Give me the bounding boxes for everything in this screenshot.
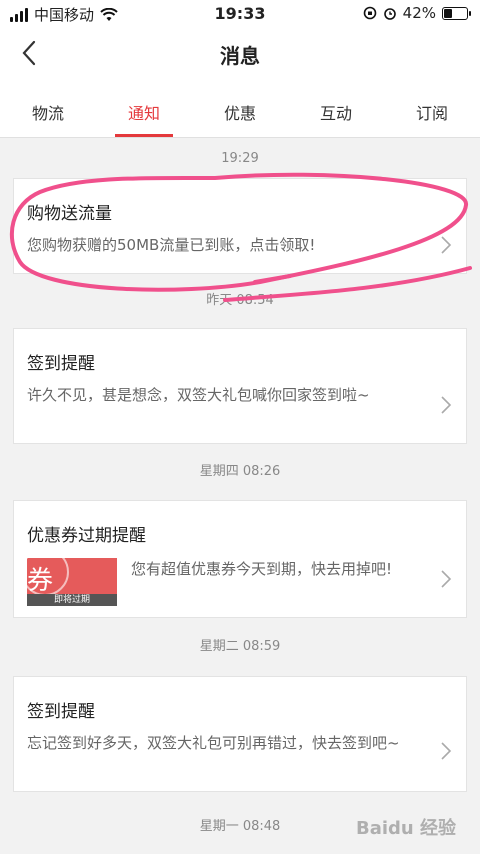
message-time: 星期四 08:26 xyxy=(199,464,281,479)
message-title: 签到提醒 xyxy=(27,354,95,374)
tab-offers[interactable]: 优惠 xyxy=(192,80,288,137)
message-card[interactable]: 购物送流量 您购物获赠的50MB流量已到账，点击领取! xyxy=(13,178,467,274)
tab-label: 物流 xyxy=(31,104,64,123)
status-right: 42% xyxy=(363,4,471,22)
watermark: Baidu 经验 xyxy=(355,818,456,839)
tab-label: 互动 xyxy=(319,104,352,123)
tab-bar: 物流 通知 优惠 互动 订阅 xyxy=(0,80,480,138)
chevron-right-icon xyxy=(441,236,452,254)
message-title: 购物送流量 xyxy=(27,204,112,224)
battery-percent: 42% xyxy=(402,4,436,22)
message-card[interactable]: 优惠券过期提醒 券 即将过期 您有超值优惠券今天到期，快去用掉吧! xyxy=(13,500,467,618)
coupon-thumbnail: 券 即将过期 xyxy=(27,558,117,606)
message-body: 许久不见，甚是想念，双签大礼包喊你回家签到啦~ xyxy=(27,386,370,404)
coupon-row: 券 即将过期 您有超值优惠券今天到期，快去用掉吧! xyxy=(14,546,466,620)
message-time: 星期二 08:59 xyxy=(199,639,281,654)
alarm-icon xyxy=(383,8,396,20)
message-feed: 19:29 购物送流量 您购物获赠的50MB流量已到账，点击领取! 昨天 08:… xyxy=(0,140,480,854)
message-time: 19:29 xyxy=(221,151,259,166)
message-card[interactable]: 签到提醒 忘记签到好多天，双签大礼包可别再错过，快去签到吧~ xyxy=(13,676,467,792)
tab-label: 优惠 xyxy=(223,104,256,123)
tab-notifications[interactable]: 通知 xyxy=(96,80,192,137)
message-body: 您有超值优惠券今天到期，快去用掉吧! xyxy=(131,560,393,578)
message-body: 您购物获赠的50MB流量已到账，点击领取! xyxy=(27,236,316,254)
battery-icon xyxy=(442,6,471,20)
tab-interactions[interactable]: 互动 xyxy=(288,80,384,137)
message-body: 忘记签到好多天，双签大礼包可别再错过，快去签到吧~ xyxy=(27,734,400,752)
nav-bar: 消息 xyxy=(0,28,480,80)
chevron-right-icon xyxy=(441,396,452,414)
message-card[interactable]: 签到提醒 许久不见，甚是想念，双签大礼包喊你回家签到啦~ xyxy=(13,328,467,444)
page-title: 消息 xyxy=(220,44,260,68)
coupon-caption: 即将过期 xyxy=(27,594,117,606)
tab-label: 订阅 xyxy=(415,104,448,123)
status-bar: 中国移动 19:33 42% xyxy=(0,0,480,28)
message-title: 优惠券过期提醒 xyxy=(27,526,146,546)
chevron-right-icon xyxy=(441,570,452,588)
coupon-char: 券 xyxy=(27,566,54,596)
tab-logistics[interactable]: 物流 xyxy=(0,80,96,137)
message-title: 签到提醒 xyxy=(27,702,95,722)
tab-subscriptions[interactable]: 订阅 xyxy=(384,80,480,137)
tab-label: 通知 xyxy=(127,104,160,123)
rotation-lock-icon xyxy=(363,6,376,20)
chevron-right-icon xyxy=(441,742,452,760)
message-time: 昨天 08:54 xyxy=(206,293,274,308)
